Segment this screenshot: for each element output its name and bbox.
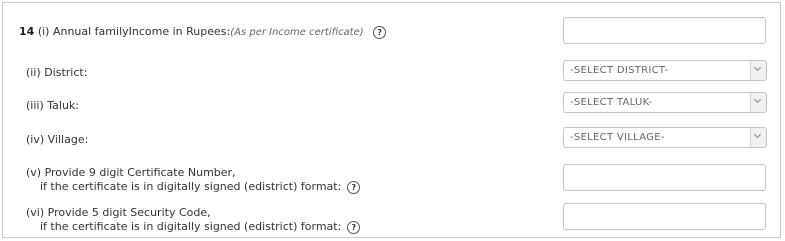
district-selected-value: -SELECT DISTRICT-: [570, 65, 669, 76]
question-number: 14: [19, 25, 35, 38]
taluk-label: (iii) Taluk:: [26, 99, 79, 112]
taluk-select[interactable]: -SELECT TALUK-: [563, 92, 767, 113]
village-label: (iv) Village:: [26, 133, 89, 146]
certificate-number-label-line2-wrap: if the certificate is in digitally signe…: [40, 180, 361, 194]
village-select[interactable]: -SELECT VILLAGE-: [563, 127, 767, 148]
annual-income-hint: (As per Income certificate): [230, 27, 364, 38]
taluk-selected-value: -SELECT TALUK-: [570, 97, 653, 108]
district-select[interactable]: -SELECT DISTRICT-: [563, 60, 767, 81]
chevron-down-icon[interactable]: [750, 128, 766, 147]
village-selected-value: -SELECT VILLAGE-: [570, 132, 665, 143]
chevron-down-icon[interactable]: [750, 61, 766, 80]
help-icon[interactable]: ?: [347, 220, 361, 234]
security-code-input[interactable]: [563, 203, 766, 230]
annual-income-text: (i) Annual familyIncome in Rupees:: [37, 25, 231, 38]
security-code-label-line2: if the certificate is in digitally signe…: [40, 220, 342, 233]
district-label: (ii) District:: [26, 66, 88, 79]
help-icon[interactable]: ?: [347, 180, 361, 194]
security-code-label-line1: (vi) Provide 5 digit Security Code,: [26, 206, 211, 219]
certificate-number-label-line1: (v) Provide 9 digit Certificate Number,: [26, 166, 236, 179]
annual-income-input[interactable]: [563, 17, 766, 44]
certificate-number-label-line2: if the certificate is in digitally signe…: [40, 180, 342, 193]
chevron-down-icon[interactable]: [750, 93, 766, 112]
certificate-number-input[interactable]: [563, 164, 766, 191]
income-details-panel: 14 (i) Annual familyIncome in Rupees:(As…: [2, 2, 781, 238]
help-icon[interactable]: ?: [373, 25, 387, 39]
annual-income-label: 14 (i) Annual familyIncome in Rupees:(As…: [19, 25, 387, 39]
security-code-label-line2-wrap: if the certificate is in digitally signe…: [40, 220, 361, 234]
